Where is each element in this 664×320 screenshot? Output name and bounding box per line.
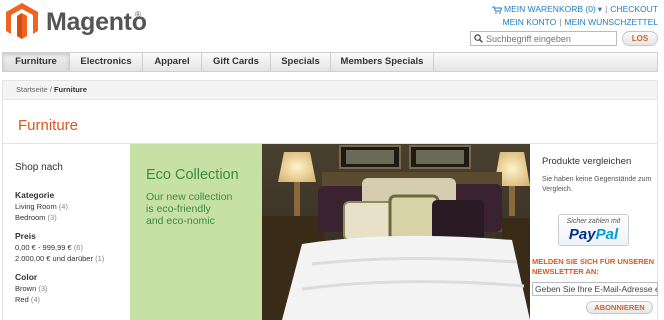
newsletter-email-input[interactable]: Geben Sie Ihre E-Mail-Adresse ei bbox=[532, 282, 658, 296]
breadcrumb: Startseite / Furniture bbox=[2, 80, 658, 100]
header: Magento ® MEIN WARENKORB (0) ▾ | CHECKOU… bbox=[0, 0, 664, 52]
nav-item-specials[interactable]: Specials bbox=[271, 53, 331, 71]
newsletter-heading: MELDEN SIE SICH FÜR UNSEREN NEWSLETTER A… bbox=[532, 257, 655, 276]
site-logo[interactable]: Magento ® bbox=[5, 2, 147, 42]
magento-logo-icon bbox=[6, 3, 38, 39]
promo-banner[interactable]: Eco Collection Our new collection is eco… bbox=[130, 144, 262, 320]
cart-link[interactable]: MEIN WARENKORB (0) bbox=[504, 3, 596, 16]
paypal-badge[interactable]: Sicher zahlen mit PayPal bbox=[558, 214, 629, 246]
filter-option[interactable]: Brown (3) bbox=[15, 283, 130, 294]
cart-icon bbox=[492, 6, 503, 14]
shop-by-heading: Shop nach bbox=[15, 162, 63, 173]
page-title-box: Furniture bbox=[2, 100, 658, 144]
nav-item-gift-cards[interactable]: Gift Cards bbox=[202, 53, 271, 71]
filter-option[interactable]: 0,00 € - 999,99 € (6) bbox=[15, 242, 130, 253]
filter-option[interactable]: Red (4) bbox=[15, 294, 130, 305]
breadcrumb-home-link[interactable]: Startseite bbox=[16, 85, 48, 94]
logo-registered-mark: ® bbox=[135, 10, 141, 19]
banner-title: Eco Collection bbox=[146, 167, 239, 183]
nav-item-apparel[interactable]: Apparel bbox=[143, 53, 202, 71]
main-nav: Furniture Electronics Apparel Gift Cards… bbox=[2, 52, 658, 72]
banner-subtitle: Our new collection is eco-friendly and e… bbox=[146, 191, 233, 227]
nav-item-electronics[interactable]: Electronics bbox=[70, 53, 143, 71]
breadcrumb-current: Furniture bbox=[53, 85, 87, 94]
logo-text: Magento bbox=[46, 8, 147, 36]
filter-heading: Kategorie bbox=[15, 190, 55, 200]
layered-navigation: Shop nach Kategorie Living Room (4) Bedr… bbox=[2, 144, 130, 320]
filter-heading: Color bbox=[15, 272, 38, 282]
right-sidebar: Produkte vergleichen Sie haben keine Geg… bbox=[530, 144, 658, 320]
compare-empty-text: Sie haben keine Gegenstände zum Vergleic… bbox=[542, 176, 652, 193]
filter-group-category: Kategorie Living Room (4) Bedroom (3) bbox=[15, 190, 130, 223]
filter-group-color: Color Brown (3) Red (4) bbox=[15, 272, 130, 305]
filter-group-price: Preis 0,00 € - 999,99 € (6) 2.000,00 € u… bbox=[15, 231, 130, 264]
filter-option[interactable]: Bedroom (3) bbox=[15, 212, 130, 223]
banner-bedroom-image bbox=[262, 144, 530, 320]
filter-option[interactable]: Living Room (4) bbox=[15, 201, 130, 212]
nav-item-furniture[interactable]: Furniture bbox=[3, 53, 70, 71]
page: Magento ® MEIN WARENKORB (0) ▾ | CHECKOU… bbox=[0, 0, 664, 320]
paypal-logo-icon: PayPal bbox=[568, 226, 619, 243]
page-title: Furniture bbox=[18, 117, 79, 134]
filter-heading: Preis bbox=[15, 231, 36, 241]
search-box bbox=[470, 31, 617, 46]
account-link[interactable]: MEIN KONTO bbox=[503, 16, 557, 29]
nav-item-members-specials[interactable]: Members Specials bbox=[331, 53, 434, 71]
search-icon bbox=[474, 34, 483, 43]
subscribe-button[interactable]: ABONNIEREN bbox=[586, 301, 653, 314]
filter-option[interactable]: 2.000,00 € und darüber (1) bbox=[15, 253, 130, 264]
compare-heading: Produkte vergleichen bbox=[542, 156, 632, 167]
search-input[interactable] bbox=[486, 33, 612, 44]
wishlist-link[interactable]: MEIN WUNSCHZETTEL bbox=[565, 16, 659, 29]
checkout-link[interactable]: CHECKOUT bbox=[610, 3, 658, 16]
search-button[interactable]: LOS bbox=[622, 31, 658, 46]
chevron-down-icon[interactable]: ▾ bbox=[598, 3, 602, 16]
top-links: MEIN WARENKORB (0) ▾ | CHECKOUT MEIN KON… bbox=[492, 3, 658, 29]
